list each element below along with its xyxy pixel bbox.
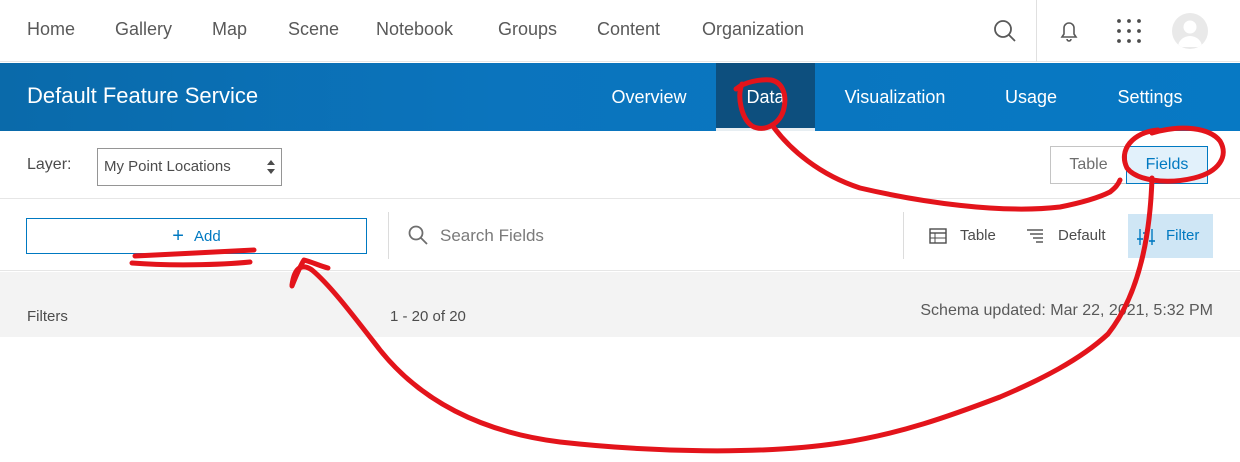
table-view-tool[interactable]: Table	[929, 214, 1009, 258]
nav-divider	[1036, 0, 1037, 62]
item-header: Default Feature Service Overview Data Vi…	[0, 63, 1240, 131]
page-title: Default Feature Service	[27, 83, 259, 108]
nav-organization[interactable]: Organization	[702, 19, 804, 40]
view-table-button[interactable]: Table	[1050, 146, 1127, 184]
sort-lines-icon	[1027, 229, 1043, 243]
bell-icon[interactable]	[1052, 14, 1086, 48]
table-view-label: Table	[960, 227, 996, 244]
search-fields-icon	[408, 225, 428, 245]
tab-overview[interactable]: Overview	[593, 63, 705, 131]
layer-select-value: My Point Locations	[104, 158, 231, 175]
plus-icon: +	[172, 225, 184, 247]
nav-home[interactable]: Home	[27, 19, 75, 40]
tab-visualization[interactable]: Visualization	[830, 63, 960, 131]
sort-label: Default	[1058, 227, 1106, 244]
toolbar-divider-right	[903, 212, 904, 259]
add-field-label: Add	[193, 228, 221, 245]
top-navigation: Home Gallery Map Scene Notebook Groups C…	[0, 0, 1240, 62]
fields-toolbar: + Add Table Default Filter	[0, 200, 1240, 271]
nav-notebook[interactable]: Notebook	[376, 19, 453, 40]
nav-gallery[interactable]: Gallery	[115, 19, 172, 40]
layer-row: Layer: My Point Locations Table Fields	[0, 131, 1240, 199]
record-count: 1 - 20 of 20	[390, 308, 466, 325]
sort-tool[interactable]: Default	[1026, 214, 1116, 258]
filter-label: Filter	[1166, 227, 1200, 244]
layer-select[interactable]: My Point Locations	[97, 148, 282, 186]
nav-map[interactable]: Map	[212, 19, 247, 40]
user-avatar[interactable]	[1172, 13, 1208, 49]
layer-label: Layer:	[27, 156, 72, 173]
nav-scene[interactable]: Scene	[288, 19, 339, 40]
search-fields-input[interactable]	[440, 220, 880, 252]
search-icon[interactable]	[988, 14, 1022, 48]
nav-content[interactable]: Content	[597, 19, 660, 40]
table-icon	[929, 228, 947, 244]
view-fields-button[interactable]: Fields	[1126, 146, 1208, 184]
tab-usage[interactable]: Usage	[990, 63, 1072, 131]
tab-data[interactable]: Data	[716, 63, 815, 131]
toolbar-divider	[388, 212, 389, 259]
select-arrows-icon	[267, 160, 275, 174]
add-field-button[interactable]: + Add	[26, 218, 367, 254]
filters-bar: Filters 1 - 20 of 20 Schema updated: Mar…	[0, 272, 1240, 337]
filter-button[interactable]: Filter	[1128, 214, 1213, 258]
app-launcher-icon[interactable]	[1112, 14, 1146, 48]
nav-groups[interactable]: Groups	[498, 19, 557, 40]
schema-updated-text: Schema updated: Mar 22, 2021, 5:32 PM	[920, 302, 1213, 319]
filters-toggle[interactable]: Filters	[27, 308, 68, 325]
tab-settings[interactable]: Settings	[1100, 63, 1200, 131]
filter-sliders-icon	[1137, 229, 1155, 245]
